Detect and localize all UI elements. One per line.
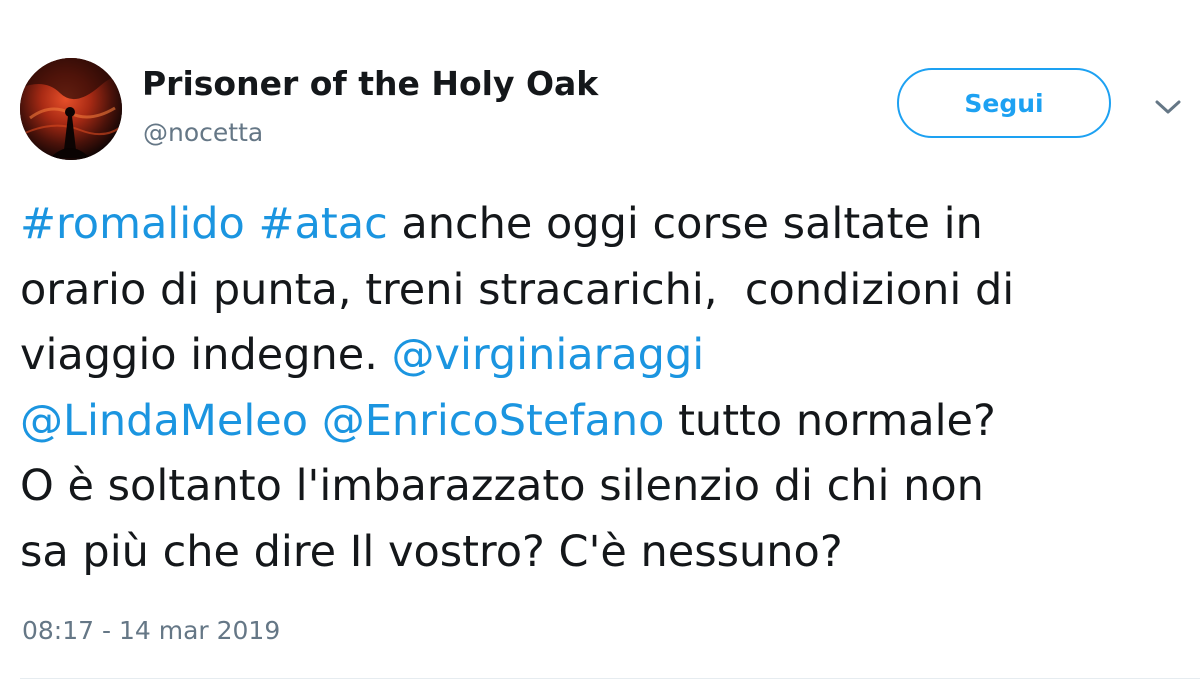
mention-link[interactable]: @EnricoStefano xyxy=(322,396,665,446)
tweet-text-segment: sa più che dire Il vostro? C'è nessuno? xyxy=(20,526,843,577)
tweet-line: #romalido #atac anche oggi corse saltate… xyxy=(20,192,1195,258)
display-name[interactable]: Prisoner of the Holy Oak xyxy=(142,64,598,103)
mention-link[interactable]: @virginiaraggi xyxy=(392,330,705,380)
tweet-timestamp[interactable]: 08:17 - 14 mar 2019 xyxy=(22,616,280,645)
hashtag-link[interactable]: #atac xyxy=(258,199,387,249)
follow-button[interactable]: Segui xyxy=(897,68,1111,138)
hashtag-link[interactable]: #romalido xyxy=(20,199,245,249)
tweet-text-segment: viaggio indegne. xyxy=(20,330,392,380)
tweet-line: orario di punta, treni stracarichi, cond… xyxy=(20,258,1195,324)
avatar[interactable] xyxy=(20,58,122,160)
profile-photo-image xyxy=(20,58,122,160)
tweet-card: Prisoner of the Holy Oak @nocetta Segui … xyxy=(0,0,1200,690)
tweet-text-segment: O è soltanto l'imbarazzato silenzio di c… xyxy=(20,461,984,511)
user-handle[interactable]: @nocetta xyxy=(143,118,263,147)
tweet-line: viaggio indegne. @virginiaraggi xyxy=(20,323,1195,389)
tweet-text: #romalido #atac anche oggi corse saltate… xyxy=(20,192,1195,585)
tweet-text-segment: tutto normale? xyxy=(664,395,996,446)
tweet-text-segment: anche oggi corse saltate in xyxy=(387,199,983,249)
chevron-down-icon[interactable] xyxy=(1150,92,1186,122)
tweet-text-segment: orario di punta, treni stracarichi, cond… xyxy=(20,264,1015,315)
tweet-line: sa più che dire Il vostro? C'è nessuno? xyxy=(20,520,1195,586)
mention-link[interactable]: @LindaMeleo xyxy=(20,396,308,446)
tweet-line: O è soltanto l'imbarazzato silenzio di c… xyxy=(20,454,1195,520)
divider xyxy=(20,678,1200,679)
tweet-line: @LindaMeleo @EnricoStefano tutto normale… xyxy=(20,389,1195,455)
